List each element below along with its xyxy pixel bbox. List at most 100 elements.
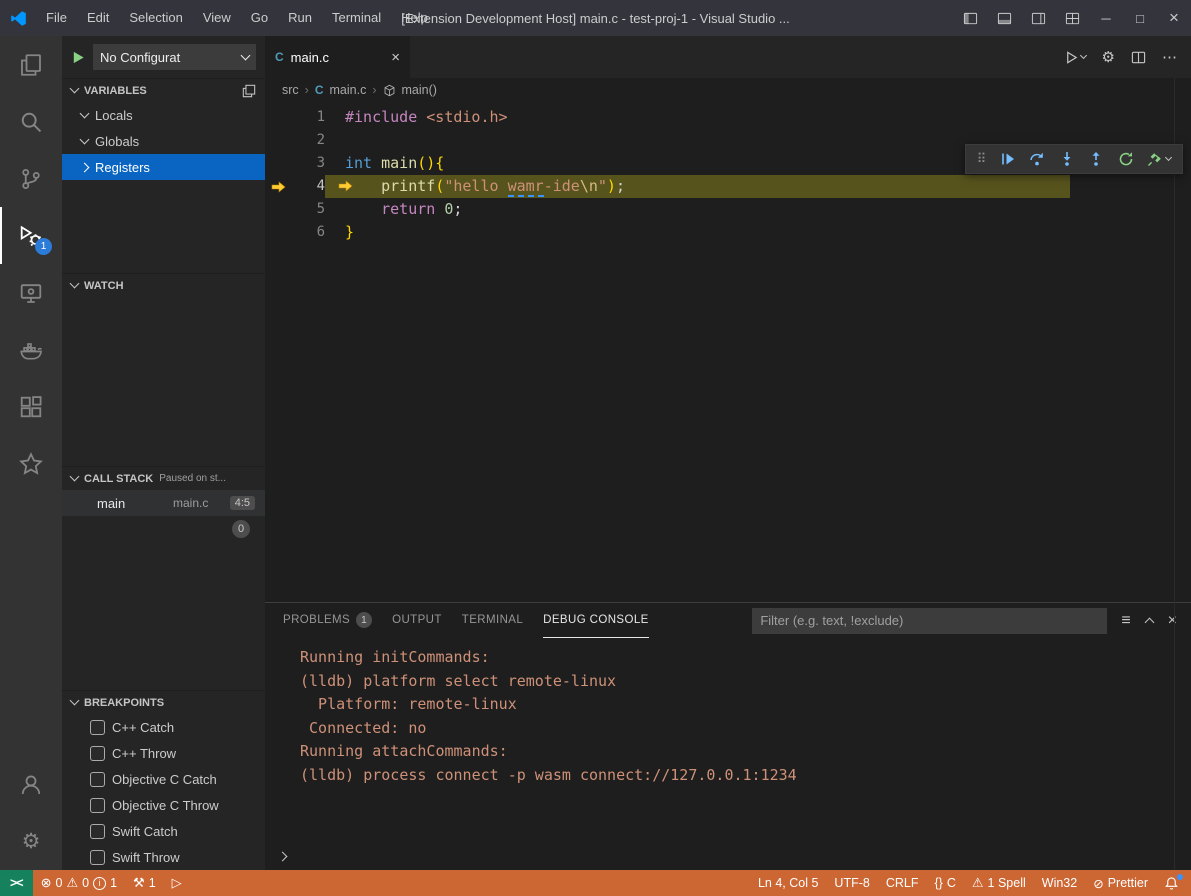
prettier-status[interactable]: ⊘ Prettier	[1085, 870, 1156, 896]
activitybar-remote-explorer[interactable]	[0, 264, 62, 321]
tools-status[interactable]: ⚒ 1	[125, 870, 164, 896]
variables-item-globals[interactable]: Globals	[62, 128, 265, 154]
toggle-secondary-sidebar-icon[interactable]	[1021, 0, 1055, 36]
activitybar-source-control[interactable]	[0, 150, 62, 207]
breakpoint-checkbox[interactable]	[90, 798, 105, 813]
language-indicator[interactable]: {} C	[927, 870, 964, 896]
start-debugging-icon[interactable]	[71, 50, 86, 65]
remote-indicator[interactable]: ><	[0, 870, 33, 896]
glyph-margin[interactable]	[265, 221, 291, 244]
breakpoint-checkbox[interactable]	[90, 850, 105, 865]
chevron-up-icon[interactable]	[1144, 617, 1154, 627]
close-tab-icon[interactable]: ×	[391, 49, 400, 66]
menu-view[interactable]: View	[193, 0, 241, 36]
disconnect-button[interactable]	[1147, 151, 1171, 167]
bottom-panel: PROBLEMS1 OUTPUT TERMINAL DEBUG CONSOLE ≡ ×…	[265, 602, 1191, 870]
problems-status[interactable]: ⊗ 0 ⚠ 0 i 1	[33, 870, 125, 896]
code-line[interactable]: 1#include <stdio.h>	[265, 106, 1191, 129]
glyph-margin[interactable]	[265, 106, 291, 129]
menu-selection[interactable]: Selection	[119, 0, 192, 36]
panel-tab-problems[interactable]: PROBLEMS1	[283, 603, 372, 638]
activitybar-docker[interactable]	[0, 321, 62, 378]
activitybar-explorer[interactable]	[0, 36, 62, 93]
activitybar-wamr-ide[interactable]	[0, 435, 62, 492]
variables-item-locals[interactable]: Locals	[62, 102, 265, 128]
code-line[interactable]: 6}	[265, 221, 1191, 244]
toolbar-grip-icon[interactable]: ⠿	[977, 151, 987, 167]
launch-configuration-dropdown[interactable]: No Configurat	[93, 44, 256, 70]
glyph-margin[interactable]	[265, 198, 291, 221]
toggle-panel-icon[interactable]	[987, 0, 1021, 36]
breakpoint-item[interactable]: C++ Throw	[62, 740, 265, 766]
maximize-button[interactable]: □	[1123, 0, 1157, 36]
breadcrumb-file[interactable]: main.c	[330, 83, 367, 97]
watch-section-header[interactable]: WATCH	[62, 273, 265, 297]
continue-button[interactable]	[1000, 151, 1016, 167]
glyph-margin[interactable]	[265, 152, 291, 175]
close-button[interactable]: ×	[1157, 0, 1191, 36]
minimize-button[interactable]: ─	[1089, 0, 1123, 36]
debug-repl-input[interactable]	[265, 842, 1191, 870]
activitybar-accounts[interactable]	[0, 756, 62, 813]
eol-indicator[interactable]: CRLF	[878, 870, 927, 896]
call-stack-frame[interactable]: main main.c 4:5	[62, 490, 265, 516]
variables-item-registers[interactable]: Registers	[62, 154, 265, 180]
panel-tab-label: PROBLEMS	[283, 614, 350, 626]
call-stack-section-header[interactable]: CALL STACK Paused on st...	[62, 466, 265, 490]
customize-layout-icon[interactable]	[1055, 0, 1089, 36]
breakpoints-section-header[interactable]: BREAKPOINTS	[62, 690, 265, 714]
code-line[interactable]: 5 return 0;	[265, 198, 1191, 221]
breadcrumb-symbol[interactable]: main()	[402, 83, 437, 97]
remote-icon: ><	[10, 876, 23, 890]
activitybar-settings[interactable]: ⚙	[0, 813, 62, 870]
breakpoint-checkbox[interactable]	[90, 772, 105, 787]
notifications-bell-icon[interactable]	[1156, 870, 1191, 896]
debug-status[interactable]: ▷	[164, 870, 190, 896]
more-actions-icon[interactable]: ⋯	[1162, 48, 1177, 66]
step-over-button[interactable]	[1029, 151, 1045, 167]
activitybar-run-and-debug[interactable]: 1	[0, 207, 62, 264]
toggle-sidebar-icon[interactable]	[953, 0, 987, 36]
breakpoint-checkbox[interactable]	[90, 746, 105, 761]
code-editor[interactable]: ⠿	[265, 102, 1191, 602]
console-filter-input[interactable]	[752, 608, 1107, 634]
current-line-arrow-icon[interactable]	[265, 175, 291, 198]
panel-tab-debug-console[interactable]: DEBUG CONSOLE	[543, 603, 649, 638]
run-file-button[interactable]	[1064, 50, 1086, 65]
breadcrumb-separator: ›	[305, 83, 309, 97]
breakpoint-item[interactable]: Objective C Throw	[62, 792, 265, 818]
filter-lines-icon[interactable]: ≡	[1121, 612, 1130, 630]
step-out-button[interactable]	[1088, 151, 1104, 167]
code-line[interactable]: 4 printf("hello wamr-ide\n");	[265, 175, 1191, 198]
breakpoint-item[interactable]: Objective C Catch	[62, 766, 265, 792]
step-into-button[interactable]	[1059, 151, 1075, 167]
breakpoint-item[interactable]: Swift Catch	[62, 818, 265, 844]
menu-file[interactable]: File	[36, 0, 77, 36]
spell-status[interactable]: ⚠ 1 Spell	[964, 870, 1034, 896]
panel-tab-terminal[interactable]: TERMINAL	[462, 603, 523, 638]
variables-section-header[interactable]: VARIABLES	[62, 78, 265, 102]
encoding-indicator[interactable]: UTF-8	[826, 870, 877, 896]
panel-tab-output[interactable]: OUTPUT	[392, 603, 442, 638]
activitybar-extensions[interactable]	[0, 378, 62, 435]
breadcrumb-src[interactable]: src	[282, 83, 299, 97]
settings-gear-icon[interactable]: ⚙	[1102, 48, 1115, 66]
close-panel-icon[interactable]: ×	[1168, 612, 1177, 630]
cursor-position[interactable]: Ln 4, Col 5	[750, 870, 826, 896]
breakpoint-checkbox[interactable]	[90, 720, 105, 735]
activitybar-search[interactable]	[0, 93, 62, 150]
tab-main-c[interactable]: C main.c ×	[265, 36, 410, 78]
menu-terminal[interactable]: Terminal	[322, 0, 391, 36]
variables-section-action-icon[interactable]	[242, 84, 256, 98]
menu-run[interactable]: Run	[278, 0, 322, 36]
restart-button[interactable]	[1118, 151, 1134, 167]
menu-edit[interactable]: Edit	[77, 0, 119, 36]
breakpoint-checkbox[interactable]	[90, 824, 105, 839]
breakpoint-item[interactable]: Swift Throw	[62, 844, 265, 870]
chevron-down-icon	[241, 50, 251, 60]
breakpoint-item[interactable]: C++ Catch	[62, 714, 265, 740]
split-editor-icon[interactable]	[1131, 50, 1146, 65]
menu-go[interactable]: Go	[241, 0, 278, 36]
glyph-margin[interactable]	[265, 129, 291, 152]
platform-indicator[interactable]: Win32	[1034, 870, 1085, 896]
